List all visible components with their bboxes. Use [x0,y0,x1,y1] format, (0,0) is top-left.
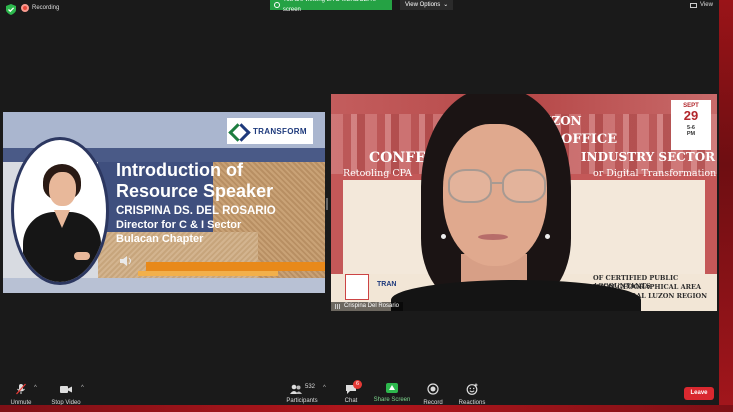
viewing-banner-text: You are viewing LITO MENDOZA's screen [282,0,376,13]
signal-strength-icon [335,304,341,309]
share-screen-icon [386,383,398,393]
earring-right [545,234,550,239]
photo-face [49,172,76,206]
video-options-caret[interactable]: ^ [81,385,84,391]
speaker-photo [11,137,109,285]
date-day: 29 [683,108,699,123]
logo-text: TRANSFORM [253,126,307,136]
record-icon [427,383,439,395]
participants-options-caret[interactable]: ^ [323,385,326,391]
participants-button[interactable]: 532 Participants [285,383,319,404]
view-options-label: View Options [405,2,441,8]
backdrop-date-card: SEPT 29 5-6 PM [671,100,711,150]
view-button-label: View [700,2,713,8]
view-grid-icon [690,2,697,8]
top-bar: Recording You are viewing LITO MENDOZA's… [0,0,719,18]
reactions-icon [466,383,478,395]
speaker-name: CRISPINA DS. DEL ROSARIO [116,205,276,217]
backdrop-text-digital: or Digital Transformation [593,168,717,179]
participants-icon [290,384,302,394]
shared-screen[interactable]: TRANSFORM Introduction of Resource Speak… [3,112,325,293]
audio-options-caret[interactable]: ^ [34,385,37,391]
mic-muted-icon [16,383,26,395]
video-camera-icon [60,386,72,393]
screen-share-status-icon [274,2,280,8]
chat-button[interactable]: 6 Chat [341,380,362,404]
backdrop-text-office: OFFICE [561,132,618,147]
reactions-button[interactable]: Reactions [457,383,487,406]
backdrop-logo [345,274,369,300]
unmute-button[interactable]: Unmute [8,383,34,406]
slide-accent-bar [146,262,325,271]
speaker-role: Director for C & I Sector [116,219,242,231]
participant-video[interactable]: SEPT 29 5-6 PM UZON OFFICE CONFER INDUST… [331,94,717,311]
viewing-banner: You are viewing LITO MENDOZA's screen [270,0,392,13]
transform-chevron-icon [231,122,249,140]
backdrop-text-retool: Retooling CPA [343,168,412,179]
participants-label: Participants [286,398,318,404]
slide-title-line2: Resource Speaker [116,181,274,201]
view-options-button[interactable]: View Options ⌄ [400,0,454,10]
slide-title-line1: Introduction of [116,160,243,180]
split-view-handle[interactable] [326,198,328,210]
shield-icon[interactable] [6,4,16,15]
window-bottom-edge [0,405,733,412]
backdrop-logo-text: TRAN [377,281,397,288]
participants-count: 532 [305,384,316,390]
stop-video-button[interactable]: Stop Video [50,383,82,406]
chat-badge: 6 [353,380,362,389]
speaker-icon[interactable] [120,256,134,266]
view-button[interactable]: View [690,2,713,8]
share-screen-button[interactable]: Share Screen [373,383,411,403]
speaker-chapter: Bulacan Chapter [116,233,204,245]
date-ampm: PM [686,131,696,137]
recording-indicator[interactable]: Recording [21,4,59,12]
glasses-bridge [491,182,503,184]
leave-button[interactable]: Leave [684,387,714,400]
record-button[interactable]: Record [421,383,445,406]
earring-left [441,234,446,239]
recording-label: Recording [32,5,60,11]
chat-label: Chat [344,398,358,404]
chevron-down-icon: ⌄ [443,2,449,8]
participant-name-tag: Crispina Del Rosario [331,302,404,311]
share-screen-label: Share Screen [373,397,411,403]
participant-mouth [478,234,508,240]
glasses-right-lens [502,169,546,203]
participants-icon-wrap: 532 [290,383,316,395]
chat-icon-wrap: 6 [345,380,362,395]
glasses-left-lens [448,169,492,203]
record-dot-icon [21,4,29,12]
backdrop-text-sector: INDUSTRY SECTOR [581,150,716,164]
window-edge [719,0,733,412]
participant-name: Crispina Del Rosario [344,303,400,309]
photo-hand [74,252,90,260]
slide-accent-bar-light [138,271,278,276]
transform-logo: TRANSFORM [227,118,313,144]
slide-title: Introduction of Resource Speaker [116,160,273,202]
